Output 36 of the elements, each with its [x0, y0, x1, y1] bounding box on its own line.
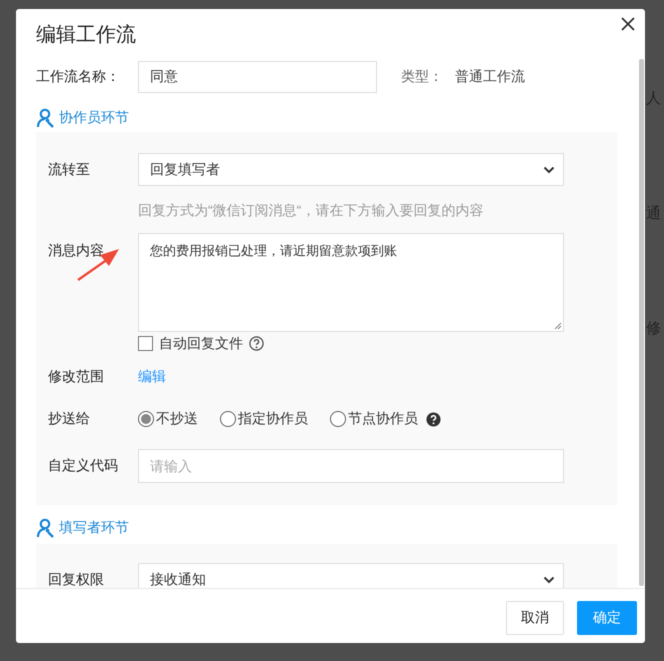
- dropdown[interactable]: 回复填写者: [138, 153, 564, 186]
- field-label: 修改范围: [48, 368, 105, 386]
- message-textarea[interactable]: 您的费用报销已处理，请近期留意款项到账: [138, 233, 564, 332]
- help-icon[interactable]: [426, 412, 441, 426]
- radio-label[interactable]: 指定协作员: [238, 410, 308, 428]
- hint-text: 回复方式为“微信订阅消息“，请在下方输入要回复的内容: [138, 202, 484, 220]
- field-label: 自定义代码: [48, 457, 119, 475]
- type-value: 普通工作流: [455, 68, 525, 86]
- field-label: 工作流名称：: [36, 68, 121, 86]
- caret-icon: [543, 166, 555, 174]
- field-label: 消息内容: [48, 242, 105, 260]
- radio-button[interactable]: [138, 411, 154, 427]
- field-label: 抄送给: [48, 410, 91, 428]
- help-icon[interactable]: [249, 336, 264, 351]
- radio-button[interactable]: [220, 411, 236, 427]
- radio-label[interactable]: 节点协作员: [348, 410, 418, 428]
- checkbox[interactable]: [138, 336, 153, 351]
- cancel-button[interactable]: 取消: [506, 601, 564, 635]
- radio-button[interactable]: [330, 411, 346, 427]
- code-input-field[interactable]: 请输入: [138, 449, 564, 483]
- radio-label[interactable]: 不抄送: [156, 410, 198, 428]
- field-label: 流转至: [48, 160, 91, 178]
- resize-grip-icon[interactable]: [554, 322, 562, 330]
- checkbox-label[interactable]: 自动回复文件: [159, 334, 243, 352]
- type-label: 类型：: [401, 68, 443, 86]
- section-title: 填写者环节: [59, 519, 129, 537]
- dialog-title: 编辑工作流: [36, 22, 136, 48]
- name-input-field[interactable]: 同意: [138, 61, 377, 93]
- section-title: 协作员环节: [59, 109, 129, 127]
- field-label: 回复权限: [48, 570, 105, 588]
- scrollbar-thumb[interactable]: [639, 59, 644, 586]
- user-search-icon: [36, 108, 56, 128]
- caret-icon: [543, 576, 555, 584]
- dropdown[interactable]: 接收通知: [138, 563, 564, 588]
- close-icon[interactable]: [621, 17, 635, 31]
- user-search-icon: [36, 518, 56, 538]
